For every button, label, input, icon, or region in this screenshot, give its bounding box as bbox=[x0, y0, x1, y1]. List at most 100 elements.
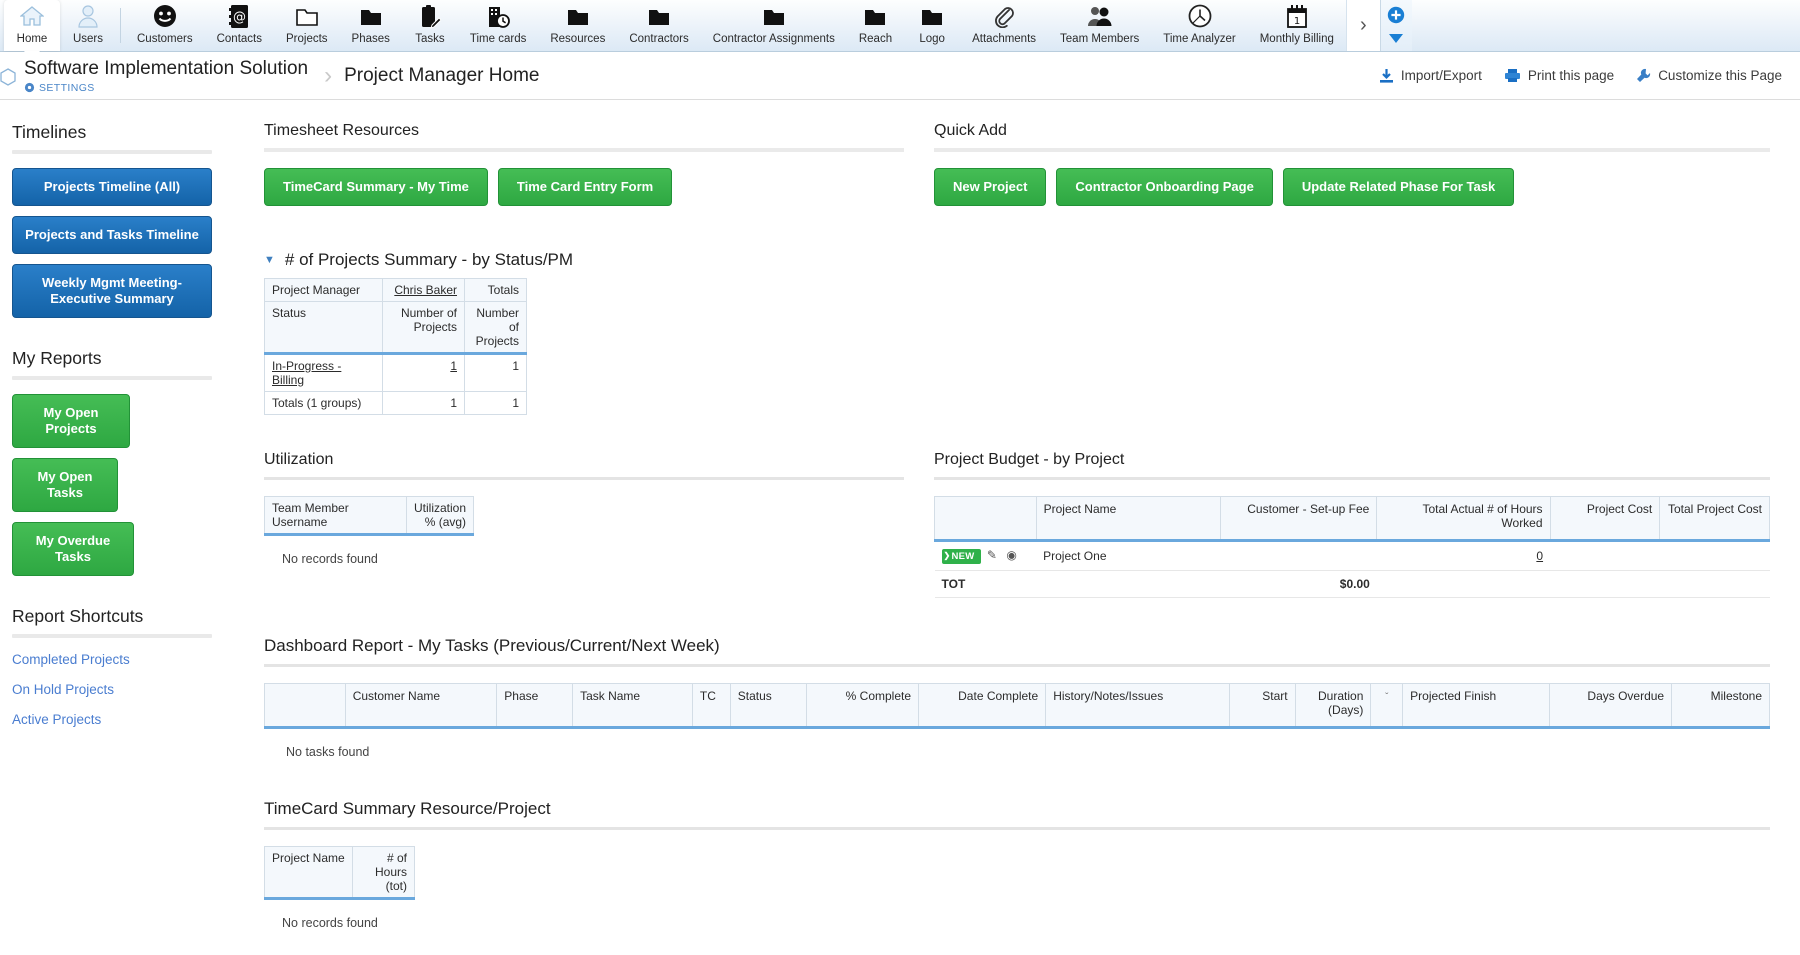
cell-hours-worked[interactable]: 0 bbox=[1376, 540, 1551, 571]
my-overdue-tasks-button[interactable]: My Overdue Tasks bbox=[12, 522, 134, 576]
my-open-projects-button[interactable]: My Open Projects bbox=[12, 394, 130, 448]
shortcut-active-projects[interactable]: Active Projects bbox=[12, 712, 212, 727]
col-sort-indicator[interactable]: ˇ bbox=[1370, 683, 1404, 729]
quick-add-panel: Quick Add New Project Contractor Onboard… bbox=[934, 122, 1770, 214]
nav-item-time-cards[interactable]: Time cards bbox=[458, 0, 538, 51]
nav-item-resources[interactable]: Resources bbox=[538, 0, 617, 51]
nav-item-customers[interactable]: Customers bbox=[125, 0, 205, 51]
col-chris-baker-label[interactable]: Chris Baker bbox=[394, 283, 457, 297]
timecard-summary-my-time-button[interactable]: TimeCard Summary - My Time bbox=[264, 168, 488, 206]
nav-item-contractor-assignments[interactable]: Contractor Assignments bbox=[701, 0, 847, 51]
contractor-onboarding-page-button[interactable]: Contractor Onboarding Page bbox=[1056, 168, 1273, 206]
nav-item-phases[interactable]: Phases bbox=[340, 0, 402, 51]
nav-label: Time cards bbox=[469, 33, 527, 45]
add-tab-icon[interactable] bbox=[1387, 6, 1405, 24]
shortcut-completed-projects[interactable]: Completed Projects bbox=[12, 652, 212, 667]
main-content: Timesheet Resources TimeCard Summary - M… bbox=[228, 100, 1800, 955]
page-title: Project Manager Home bbox=[344, 64, 540, 86]
col-date-complete: Date Complete bbox=[918, 683, 1047, 729]
at-book-icon: @ bbox=[228, 3, 250, 29]
cell-total-setup-fee: $0.00 bbox=[1220, 570, 1377, 598]
projects-timeline-all-button[interactable]: Projects Timeline (All) bbox=[12, 168, 212, 206]
col-actions bbox=[264, 683, 346, 729]
nav-item-time-analyzer[interactable]: Time Analyzer bbox=[1151, 0, 1247, 51]
col-task-name: Task Name bbox=[572, 683, 693, 729]
nav-item-reach[interactable]: Reach bbox=[847, 0, 904, 51]
col-total-project-cost: Total Project Cost bbox=[1659, 496, 1770, 542]
import-export-icon bbox=[1379, 68, 1394, 84]
chevron-down-icon[interactable]: ˇ bbox=[1385, 692, 1388, 703]
my-open-tasks-button[interactable]: My Open Tasks bbox=[12, 458, 118, 512]
timesheet-resources-panel: Timesheet Resources TimeCard Summary - M… bbox=[264, 122, 904, 214]
import-export-button[interactable]: Import/Export bbox=[1379, 68, 1482, 84]
cell-total-label: TOT bbox=[934, 570, 1037, 598]
cell-chris-baker[interactable]: 1 bbox=[382, 353, 465, 392]
divider bbox=[12, 634, 212, 638]
print-page-label: Print this page bbox=[1527, 68, 1615, 83]
paperclip-icon bbox=[993, 3, 1015, 29]
print-page-button[interactable]: Print this page bbox=[1504, 68, 1614, 83]
update-related-phase-for-task-button[interactable]: Update Related Phase For Task bbox=[1282, 168, 1515, 206]
nav-item-contacts[interactable]: @ Contacts bbox=[205, 0, 274, 51]
customize-page-button[interactable]: Customize this Page bbox=[1636, 68, 1782, 83]
folder-icon bbox=[359, 3, 383, 29]
col-chris-baker[interactable]: Chris Baker bbox=[382, 278, 465, 302]
settings-link[interactable]: SETTINGS bbox=[24, 82, 308, 94]
col-duration-days: Duration (Days) bbox=[1294, 683, 1372, 729]
nav-item-attachments[interactable]: Attachments bbox=[960, 0, 1048, 51]
clipboard-pencil-icon bbox=[419, 3, 441, 29]
breadcrumb-separator: › bbox=[324, 61, 333, 89]
nav-item-home[interactable]: Home bbox=[4, 0, 60, 51]
pencil-icon[interactable]: ✎ bbox=[987, 548, 997, 562]
nav-label: Monthly Billing bbox=[1259, 33, 1334, 45]
sidebar-section-report-shortcuts-title: Report Shortcuts bbox=[12, 606, 144, 626]
col-team-member-username: Team Member Username bbox=[264, 496, 407, 536]
weekly-mgmt-meeting-button[interactable]: Weekly Mgmt Meeting- Executive Summary bbox=[12, 264, 212, 318]
nav-item-projects[interactable]: Projects bbox=[274, 0, 340, 51]
customize-page-label: Customize this Page bbox=[1658, 68, 1782, 83]
cell-project-name[interactable]: Project One bbox=[1036, 540, 1221, 571]
nav-item-contractors[interactable]: Contractors bbox=[617, 0, 700, 51]
col-percent-complete: % Complete bbox=[805, 683, 920, 729]
nav-item-team-members[interactable]: Team Members bbox=[1048, 0, 1151, 51]
mid-panels-row: Utilization Team Member Username Utiliza… bbox=[264, 451, 1770, 598]
nav-label: Contacts bbox=[216, 33, 262, 45]
nav-overflow-button[interactable]: › bbox=[1345, 0, 1380, 51]
status-link[interactable]: In-Progress - Billing bbox=[272, 359, 341, 387]
collapse-triangle-icon[interactable]: ▼ bbox=[264, 254, 275, 266]
nav-item-users[interactable]: Users bbox=[60, 0, 116, 51]
col-total-actual-hours-worked: Total Actual # of Hours Worked bbox=[1376, 496, 1551, 542]
cell-status[interactable]: In-Progress - Billing bbox=[264, 353, 383, 392]
table-head: Customer Name Phase Task Name TC Status … bbox=[264, 683, 1770, 729]
count-link[interactable]: 1 bbox=[450, 359, 457, 373]
sidebar-section-timelines-title: Timelines bbox=[12, 122, 87, 142]
nav-label: Projects bbox=[286, 33, 328, 45]
projects-summary-panel: ▼ # of Projects Summary - by Status/PM P… bbox=[264, 250, 1770, 415]
sidebar: Timelines Projects Timeline (All) Projec… bbox=[0, 100, 228, 955]
cell-project-cost bbox=[1550, 540, 1660, 571]
import-export-label: Import/Export bbox=[1400, 68, 1482, 83]
breadcrumb-app[interactable]: Software Implementation Solution SETTING… bbox=[24, 58, 312, 94]
hours-worked-link[interactable]: 0 bbox=[1536, 549, 1543, 563]
nav-item-tasks[interactable]: Tasks bbox=[402, 0, 458, 51]
nav-label: Users bbox=[72, 33, 104, 45]
cell-setup-fee bbox=[1220, 540, 1377, 571]
time-card-entry-form-button[interactable]: Time Card Entry Form bbox=[497, 168, 673, 206]
cube-icon bbox=[0, 68, 16, 86]
quick-add-title: Quick Add bbox=[934, 122, 1007, 139]
cell-row-actions: NEW ✎ ◉ bbox=[934, 540, 1037, 571]
projects-and-tasks-timeline-button[interactable]: Projects and Tasks Timeline bbox=[12, 216, 212, 254]
gear-icon bbox=[24, 82, 35, 93]
new-project-button[interactable]: New Project bbox=[934, 168, 1047, 206]
cell-total-hours bbox=[1376, 570, 1551, 598]
nav-item-logo[interactable]: Logo bbox=[904, 0, 960, 51]
nav-label: Home bbox=[16, 33, 48, 45]
col-utilization-avg: Utilization % (avg) bbox=[405, 496, 475, 536]
timesheet-buttons: TimeCard Summary - My Time Time Card Ent… bbox=[264, 168, 904, 206]
shortcut-on-hold-projects[interactable]: On Hold Projects bbox=[12, 682, 212, 697]
nav-item-monthly-billing[interactable]: 1 Monthly Billing bbox=[1248, 0, 1346, 51]
projects-summary-header[interactable]: ▼ # of Projects Summary - by Status/PM bbox=[264, 250, 1770, 270]
eye-icon[interactable]: ◉ bbox=[1006, 548, 1016, 562]
building-clock-icon bbox=[486, 3, 511, 29]
chevron-down-icon[interactable] bbox=[1387, 31, 1405, 45]
